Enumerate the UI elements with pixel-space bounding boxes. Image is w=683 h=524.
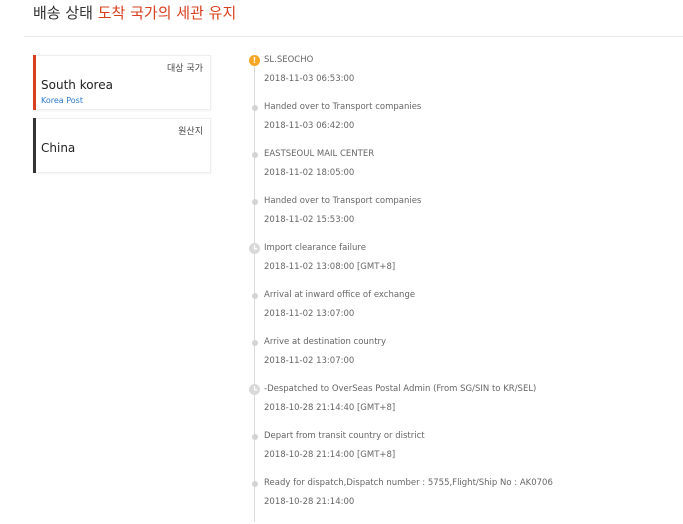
event-title: SL.SEOCHO xyxy=(264,55,314,65)
timeline-dot-icon xyxy=(248,149,261,162)
origin-card: 원산지 China xyxy=(33,118,211,173)
event-title: Handed over to Transport companies xyxy=(264,196,422,206)
warning-icon: ! xyxy=(248,55,261,68)
timeline-dot-icon xyxy=(248,431,261,444)
timeline-event: Import clearance failure 2018-11-02 13:08… xyxy=(248,243,668,289)
origin-label: 원산지 xyxy=(178,127,203,137)
event-time: 2018-11-03 06:42:00 xyxy=(264,121,355,131)
warning-icon-glyph: ! xyxy=(249,55,260,66)
timeline-dot-icon xyxy=(248,337,261,350)
timeline-dot-icon xyxy=(248,196,261,209)
event-time: 2018-10-28 21:14:00 [GMT+8] xyxy=(264,450,396,460)
timeline-event: -Despatched to OverSeas Postal Admin (Fr… xyxy=(248,384,668,430)
timeline-event: EASTSEOUL MAIL CENTER 2018-11-02 18:05:00 xyxy=(248,149,668,195)
timeline-dot xyxy=(251,481,258,487)
event-time: 2018-11-02 13:08:00 [GMT+8] xyxy=(264,262,396,272)
timeline-dot xyxy=(251,293,258,299)
event-time: 2018-11-02 13:07:00 xyxy=(264,309,355,319)
destination-accent-bar xyxy=(33,55,36,110)
event-time: 2018-10-28 21:14:40 [GMT+8] xyxy=(264,403,396,413)
event-time: 2018-10-28 21:14:00 xyxy=(264,497,355,507)
page-title: 배송 상태 도착 국가의 세관 유지 xyxy=(33,2,236,23)
timeline-dot-icon xyxy=(248,478,261,491)
destination-carrier-link[interactable]: Korea Post xyxy=(41,96,83,105)
timeline-event: Depart from transit country or district 2… xyxy=(248,431,668,477)
clock-icon xyxy=(248,243,261,256)
status-value: 도착 국가의 세관 유지 xyxy=(97,4,237,22)
event-title: Ready for dispatch,Dispatch number : 575… xyxy=(264,478,553,488)
event-time: 2018-11-02 15:53:00 xyxy=(264,215,355,225)
event-title: Handed over to Transport companies xyxy=(264,102,422,112)
timeline-event: Handed over to Transport companies 2018-1… xyxy=(248,102,668,148)
timeline-event: Handed over to Transport companies 2018-1… xyxy=(248,196,668,242)
clock-icon-graphic xyxy=(249,243,260,254)
timeline-dot xyxy=(251,340,258,346)
origin-country: China xyxy=(41,141,76,155)
timeline-event: Ready for dispatch,Dispatch number : 575… xyxy=(248,478,668,524)
timeline-event: Arrival at inward office of exchange 2018… xyxy=(248,290,668,336)
event-time: 2018-11-02 13:07:00 xyxy=(264,356,355,366)
timeline-event: Arrive at destination country 2018-11-02 … xyxy=(248,337,668,383)
destination-label: 대상 국가 xyxy=(167,64,203,74)
event-title: Import clearance failure xyxy=(264,243,366,253)
event-time: 2018-11-02 18:05:00 xyxy=(264,168,355,178)
event-title: Arrival at inward office of exchange xyxy=(264,290,416,300)
event-time: 2018-11-03 06:53:00 xyxy=(264,74,355,84)
clock-icon-graphic xyxy=(249,384,260,395)
event-title: Depart from transit country or district xyxy=(264,431,425,441)
origin-accent-bar xyxy=(33,118,36,173)
timeline-dot-icon xyxy=(248,102,261,115)
timeline-dot xyxy=(251,434,258,440)
timeline-dot xyxy=(251,105,258,111)
timeline-dot xyxy=(251,152,258,158)
destination-country: South korea xyxy=(41,78,113,92)
clock-icon xyxy=(248,384,261,397)
destination-card: 대상 국가 South korea Korea Post xyxy=(33,55,211,110)
timeline-dot xyxy=(251,199,258,205)
status-prefix: 배송 상태 xyxy=(33,4,93,22)
event-title: EASTSEOUL MAIL CENTER xyxy=(264,149,375,159)
event-title: Arrive at destination country xyxy=(264,337,387,347)
event-title: -Despatched to OverSeas Postal Admin (Fr… xyxy=(264,384,537,394)
header-divider xyxy=(24,36,683,37)
timeline-dot-icon xyxy=(248,290,261,303)
timeline-event: ! SL.SEOCHO 2018-11-03 06:53:00 xyxy=(248,55,668,101)
